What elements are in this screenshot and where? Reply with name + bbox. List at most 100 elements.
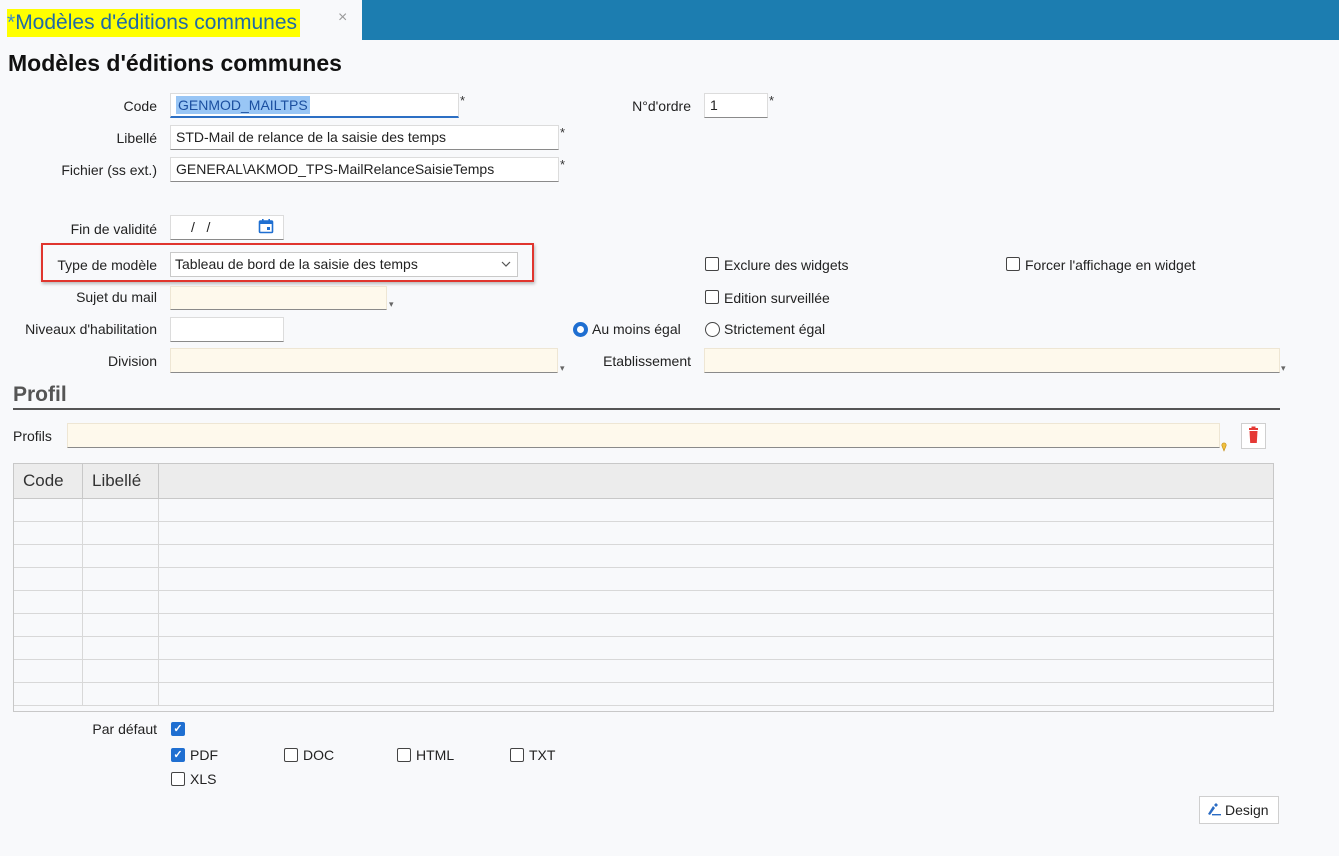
xls-checkbox[interactable] bbox=[171, 772, 185, 786]
table-row[interactable] bbox=[14, 499, 1273, 522]
fichier-input[interactable]: GENERAL\AKMOD_TPS-MailRelanceSaisieTemps bbox=[170, 157, 559, 182]
design-button[interactable]: Design bbox=[1199, 796, 1279, 824]
type-modele-select[interactable]: Tableau de bord de la saisie des temps bbox=[170, 252, 518, 277]
table-cell-code[interactable] bbox=[14, 545, 83, 568]
exclure-widgets-label: Exclure des widgets bbox=[724, 257, 849, 273]
sujet-mail-label: Sujet du mail bbox=[76, 289, 157, 305]
sujet-mail-lookup-icon[interactable]: ▾ bbox=[389, 299, 394, 310]
html-label: HTML bbox=[416, 747, 455, 763]
table-cell-code[interactable] bbox=[14, 637, 83, 660]
forcer-widget-label: Forcer l'affichage en widget bbox=[1025, 257, 1196, 273]
tab-active[interactable]: *Modèles d'éditions communes × bbox=[0, 0, 362, 41]
txt-checkbox[interactable] bbox=[510, 748, 524, 762]
libelle-input[interactable]: STD-Mail de relance de la saisie des tem… bbox=[170, 125, 559, 150]
calendar-icon[interactable] bbox=[258, 218, 274, 237]
grid-header: Code Libellé bbox=[14, 464, 1273, 499]
ordre-input[interactable]: 1 bbox=[704, 93, 768, 118]
edition-surveillee-label: Edition surveillée bbox=[724, 290, 830, 306]
fichier-label: Fichier (ss ext.) bbox=[61, 162, 157, 178]
profils-label: Profils bbox=[13, 428, 52, 444]
profils-input[interactable] bbox=[67, 423, 1220, 448]
xls-label: XLS bbox=[190, 771, 217, 787]
delete-button[interactable] bbox=[1241, 423, 1266, 449]
tab-title: *Modèles d'éditions communes bbox=[7, 9, 301, 37]
column-header-code[interactable]: Code bbox=[14, 464, 83, 498]
ordre-required-mark: * bbox=[769, 93, 775, 108]
par-defaut-checkbox[interactable]: ✓ bbox=[171, 722, 185, 736]
niveaux-input[interactable] bbox=[170, 317, 284, 342]
fichier-required-mark: * bbox=[560, 157, 566, 172]
modified-mark: * bbox=[7, 11, 16, 34]
table-cell-libelle[interactable] bbox=[83, 499, 159, 522]
table-cell-code[interactable] bbox=[14, 683, 83, 706]
type-modele-value: Tableau de bord de la saisie des temps bbox=[175, 256, 418, 272]
table-cell-code[interactable] bbox=[14, 614, 83, 637]
au-moins-egal-radio[interactable] bbox=[573, 322, 588, 337]
forcer-widget-checkbox[interactable] bbox=[1006, 257, 1020, 271]
page-title: Modèles d'éditions communes bbox=[8, 50, 342, 76]
au-moins-egal-label: Au moins égal bbox=[592, 321, 681, 337]
etablissement-label: Etablissement bbox=[603, 353, 691, 369]
tab-close-icon[interactable]: × bbox=[338, 9, 347, 27]
table-row[interactable] bbox=[14, 545, 1273, 568]
pdf-label: PDF bbox=[190, 747, 218, 763]
table-cell-libelle[interactable] bbox=[83, 660, 159, 683]
design-icon bbox=[1206, 798, 1222, 824]
strictement-egal-radio[interactable] bbox=[705, 322, 720, 337]
table-cell-code[interactable] bbox=[14, 522, 83, 545]
doc-label: DOC bbox=[303, 747, 335, 763]
table-row[interactable] bbox=[14, 660, 1273, 683]
html-checkbox[interactable] bbox=[397, 748, 411, 762]
fin-validite-value: / / bbox=[191, 219, 211, 235]
code-input[interactable]: GENMOD_MAILTPS bbox=[170, 93, 459, 118]
table-cell-code[interactable] bbox=[14, 660, 83, 683]
edition-surveillee-checkbox[interactable] bbox=[705, 290, 719, 304]
column-header-libelle[interactable]: Libellé bbox=[83, 464, 159, 498]
table-row[interactable] bbox=[14, 568, 1273, 591]
table-cell-libelle[interactable] bbox=[83, 522, 159, 545]
table-row[interactable] bbox=[14, 637, 1273, 660]
table-cell-libelle[interactable] bbox=[83, 683, 159, 706]
design-button-label: Design bbox=[1225, 802, 1269, 818]
profils-lookup-icon[interactable] bbox=[1221, 439, 1227, 455]
table-cell-libelle[interactable] bbox=[83, 545, 159, 568]
type-modele-label: Type de modèle bbox=[57, 257, 157, 273]
table-cell-code[interactable] bbox=[14, 499, 83, 522]
code-required-mark: * bbox=[460, 93, 466, 108]
fin-validite-label: Fin de validité bbox=[70, 221, 157, 237]
etablissement-lookup-icon[interactable]: ▾ bbox=[1281, 363, 1286, 374]
strictement-egal-label: Strictement égal bbox=[724, 321, 826, 337]
niveaux-label: Niveaux d'habilitation bbox=[25, 321, 157, 337]
chevron-down-icon bbox=[501, 253, 511, 283]
table-cell-code[interactable] bbox=[14, 568, 83, 591]
table-cell-libelle[interactable] bbox=[83, 614, 159, 637]
pdf-checkbox[interactable]: ✓ bbox=[171, 748, 185, 762]
table-cell-code[interactable] bbox=[14, 591, 83, 614]
table-row[interactable] bbox=[14, 614, 1273, 637]
division-input[interactable] bbox=[170, 348, 558, 373]
division-lookup-icon[interactable]: ▾ bbox=[560, 363, 565, 374]
division-label: Division bbox=[107, 353, 157, 369]
table-cell-libelle[interactable] bbox=[83, 568, 159, 591]
table-cell-libelle[interactable] bbox=[83, 591, 159, 614]
table-row[interactable] bbox=[14, 591, 1273, 614]
libelle-required-mark: * bbox=[560, 125, 566, 140]
profil-divider bbox=[13, 408, 1280, 410]
txt-label: TXT bbox=[529, 747, 556, 763]
tab-title-text: Modèles d'éditions communes bbox=[15, 11, 298, 34]
code-label: Code bbox=[123, 98, 157, 114]
doc-checkbox[interactable] bbox=[284, 748, 298, 762]
etablissement-input[interactable] bbox=[704, 348, 1280, 373]
par-defaut-label: Par défaut bbox=[92, 721, 157, 737]
profil-grid[interactable]: Code Libellé bbox=[13, 463, 1274, 712]
code-value: GENMOD_MAILTPS bbox=[176, 96, 310, 114]
profil-section-title: Profil bbox=[13, 383, 67, 406]
table-cell-libelle[interactable] bbox=[83, 637, 159, 660]
libelle-label: Libellé bbox=[116, 130, 157, 146]
trash-icon bbox=[1249, 426, 1258, 443]
exclure-widgets-checkbox[interactable] bbox=[705, 257, 719, 271]
sujet-mail-input[interactable] bbox=[170, 286, 387, 310]
table-row[interactable] bbox=[14, 683, 1273, 706]
grid-body bbox=[14, 499, 1273, 711]
table-row[interactable] bbox=[14, 522, 1273, 545]
